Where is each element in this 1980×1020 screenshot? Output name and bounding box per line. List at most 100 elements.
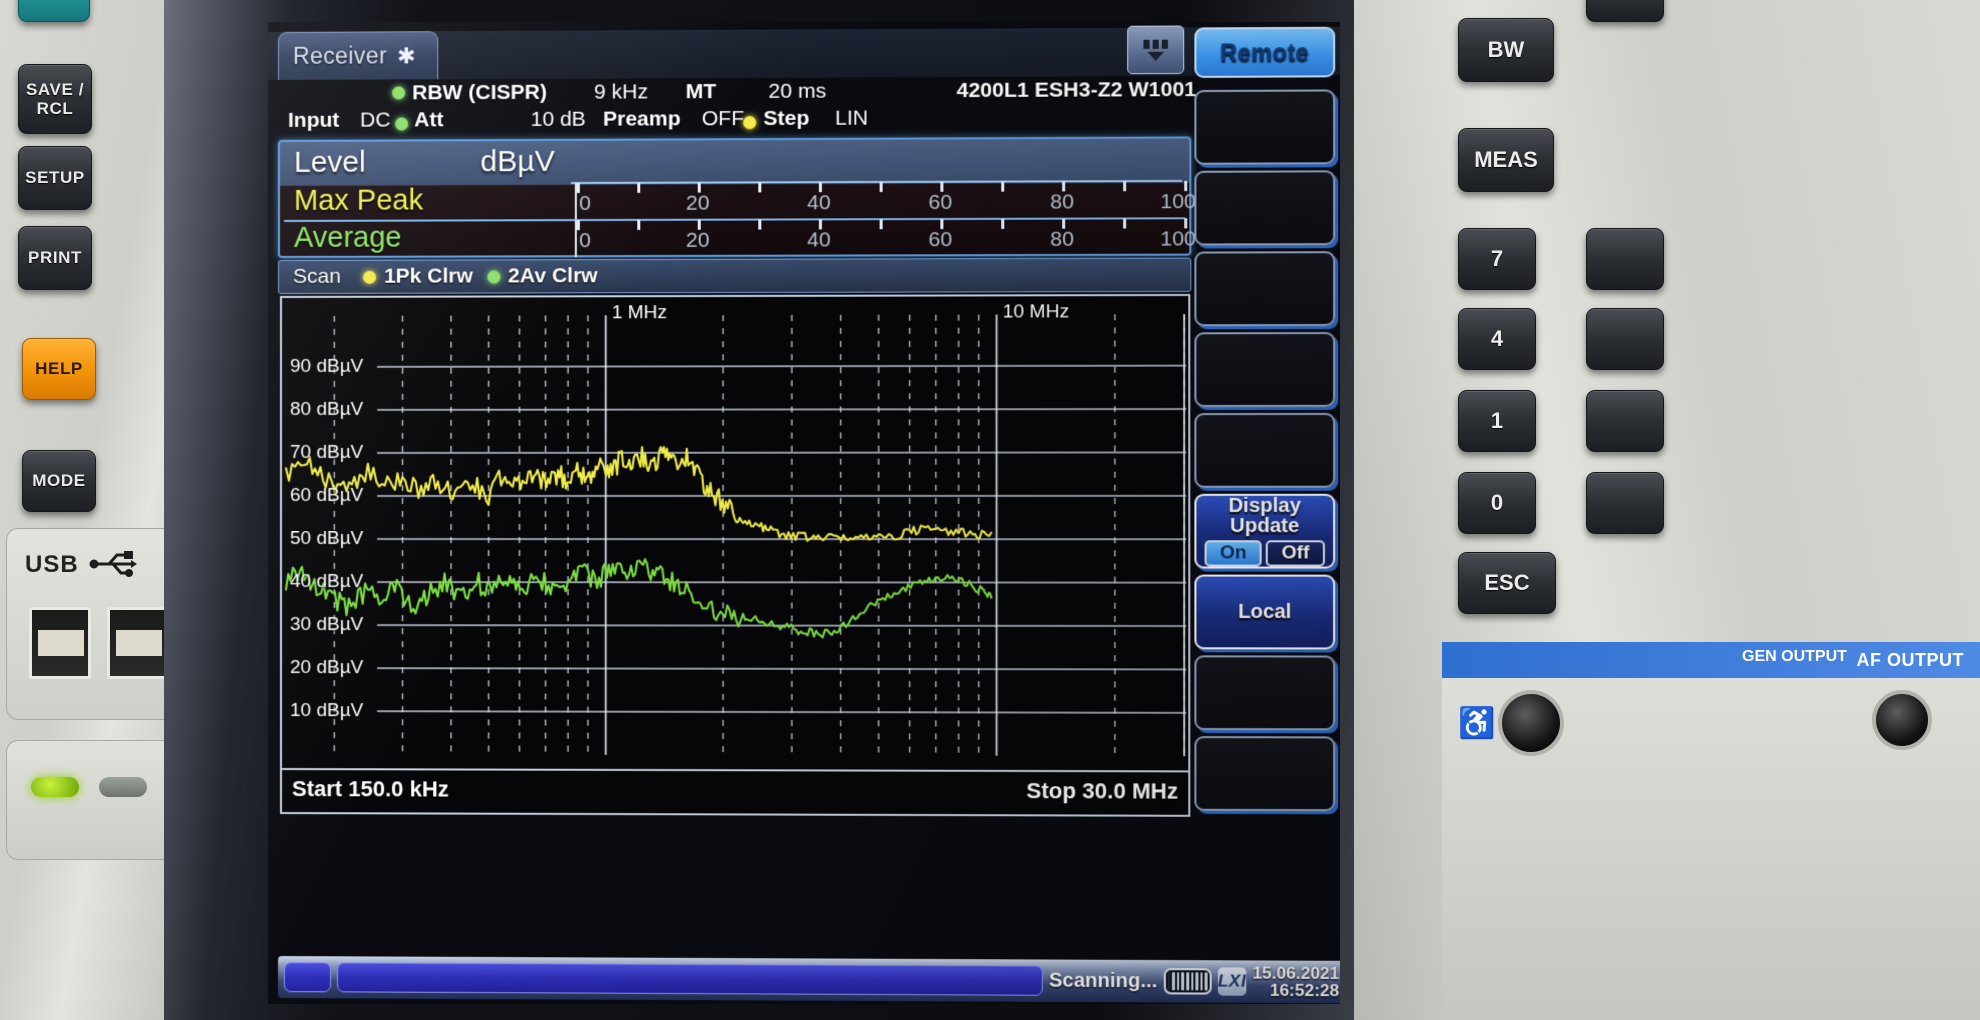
hw-key-4[interactable]: 4 <box>1458 308 1536 370</box>
menu-dropdown-icon[interactable] <box>1127 25 1185 75</box>
softkey-5[interactable] <box>1194 412 1336 488</box>
bargraph-scale-average: 0 20 40 60 80 100 <box>574 218 1196 258</box>
hw-key-setup[interactable]: SETUP <box>18 146 92 210</box>
att-status-dot <box>395 117 409 131</box>
scan-trace-bar: Scan 1Pk Clrw 2Av Clrw <box>277 257 1192 294</box>
step-value[interactable]: LIN <box>835 107 868 131</box>
bargraph-tick <box>637 182 641 193</box>
level-unit[interactable]: dBµV <box>480 145 554 179</box>
softkey-header-remote[interactable]: Remote <box>1194 26 1336 78</box>
hw-key-teal[interactable] <box>18 0 90 22</box>
usb-label: USB <box>25 551 79 578</box>
scan-label: Scan <box>292 264 341 288</box>
bargraph-row-average[interactable]: Average 0 20 40 60 80 100 <box>284 218 1196 258</box>
display-update-on[interactable]: On <box>1204 540 1263 567</box>
att-label: Att <box>414 108 444 132</box>
bargraph-row-max-peak[interactable]: Max Peak 0 20 40 60 80 100 <box>284 180 1196 221</box>
spectrum-graph[interactable]: 10 dBµV 20 dBµV 30 dBµV 40 dBµV 50 dBµV 60 dB… <box>279 293 1191 773</box>
hw-key-1[interactable]: 1 <box>1458 390 1536 452</box>
hw-key-esc[interactable]: ESC <box>1458 552 1556 614</box>
softkey-3[interactable] <box>1194 251 1336 327</box>
softkey-8[interactable] <box>1194 655 1336 731</box>
hw-key-print[interactable]: PRINT <box>18 226 92 290</box>
graph-start-frequency[interactable]: Start 150.0 kHz <box>292 776 449 802</box>
y-axis-tick-label: 40 dBµV <box>289 571 364 593</box>
graph-footer: Start 150.0 kHz Stop 30.0 MHz <box>279 770 1191 817</box>
bargraph-tick-label: 60 <box>928 228 953 252</box>
hw-key-extra-top[interactable] <box>1586 0 1664 22</box>
af-output-banner: AF OUTPUT <box>1442 642 1980 678</box>
hw-key-0[interactable]: 0 <box>1458 472 1536 534</box>
step-indicator <box>743 111 757 135</box>
af-output-jack[interactable] <box>1498 690 1564 756</box>
status-chip-1[interactable] <box>283 962 331 993</box>
hw-key-7[interactable]: 7 <box>1458 228 1536 290</box>
hw-key-extra-right[interactable] <box>1586 228 1664 290</box>
bargraph-tick-label: 0 <box>579 191 591 216</box>
y-axis-tick-label: 70 dBµV <box>289 441 364 463</box>
hw-key-extra-right-4[interactable] <box>1586 472 1664 534</box>
softkey-local[interactable]: Local <box>1194 574 1336 650</box>
settings-row-2: Input DC Att 10 dB Preamp OFF Step LIN <box>280 103 1188 135</box>
hw-key-mode[interactable]: MODE <box>22 450 96 512</box>
hw-key-bw[interactable]: BW <box>1458 18 1554 82</box>
trace-2-label[interactable]: 2Av Clrw <box>508 264 598 288</box>
att-value[interactable]: 10 dB <box>531 108 586 132</box>
tab-receiver[interactable]: Receiver ✱ <box>277 31 439 80</box>
input-label: Input <box>287 108 340 132</box>
display-update-off[interactable]: Off <box>1266 540 1325 567</box>
power-led-on <box>31 777 79 797</box>
trace-2-dot-icon <box>487 269 501 283</box>
bargraph-scale-max-peak: 0 20 40 60 80 100 <box>574 180 1196 221</box>
graph-stop-frequency[interactable]: Stop 30.0 MHz <box>1026 778 1178 805</box>
bargraph-tick-label: 20 <box>685 228 710 252</box>
softkey-local-label: Local <box>1238 600 1292 623</box>
rbw-label: RBW (CISPR) <box>412 80 547 105</box>
input-value[interactable]: DC <box>360 108 390 132</box>
softkey-2[interactable] <box>1194 170 1336 246</box>
hw-key-meas[interactable]: MEAS <box>1458 128 1554 192</box>
gen-output-jack[interactable] <box>1872 690 1932 750</box>
softkey-1[interactable] <box>1194 89 1336 165</box>
y-axis-tick-label: 20 dBµV <box>289 657 364 679</box>
trace-1-label[interactable]: 1Pk Clrw <box>384 264 473 288</box>
softkey-4[interactable] <box>1194 332 1336 408</box>
usb-port-1[interactable] <box>29 607 91 679</box>
bargraph-label-average: Average <box>293 221 402 254</box>
scan-progress-meter <box>1163 968 1212 995</box>
mt-label: MT <box>685 80 717 104</box>
softkey-display-update[interactable]: Display Update On Off <box>1194 493 1336 569</box>
preamp-label: Preamp <box>603 107 681 131</box>
status-chip-2[interactable] <box>336 962 1043 996</box>
bargraph-tick <box>758 182 762 193</box>
hw-key-extra-right-2[interactable] <box>1586 308 1664 370</box>
gen-output-label: GEN OUTPUT <box>1742 648 1847 665</box>
meter-segment <box>1204 972 1208 991</box>
softkey-9[interactable] <box>1194 736 1336 812</box>
meter-segment <box>1195 972 1199 991</box>
lxi-badge: LXI <box>1217 967 1247 996</box>
bargraph-tick-label: 100 <box>1160 227 1196 251</box>
clock-date: 15.06.2021 <box>1252 963 1340 983</box>
hw-key-save-rcl[interactable]: SAVE / RCL <box>18 64 92 134</box>
usb-port-2[interactable] <box>107 607 169 679</box>
af-output-label: AF OUTPUT <box>1856 649 1964 670</box>
usb-icon <box>89 551 137 577</box>
status-bar: Scanning... LXI 15.06.2021 16:52:28 <box>277 956 1340 1004</box>
settings-header: RBW (CISPR) 9 kHz MT 20 ms 4200L1 ESH3-Z… <box>280 76 1196 136</box>
bargraph-tick <box>1001 218 1005 229</box>
bargraph-tick-label: 60 <box>928 190 953 215</box>
bargraph-tick <box>1123 218 1127 229</box>
menu-dots <box>1143 39 1168 49</box>
hw-key-extra-right-3[interactable] <box>1586 390 1664 452</box>
instrument-display: Receiver ✱ RBW (CISPR) 9 kHz MT 20 ms 42… <box>268 22 1340 1004</box>
mt-value[interactable]: 20 ms <box>768 80 826 104</box>
meter-segment <box>1200 972 1203 991</box>
step-status-dot <box>743 116 757 130</box>
y-axis-tick-label: 30 dBµV <box>289 614 364 636</box>
hw-key-help[interactable]: HELP <box>22 338 96 400</box>
bargraph-tick-label: 0 <box>579 229 591 253</box>
rbw-value[interactable]: 9 kHz <box>594 80 648 104</box>
display-update-toggle[interactable]: On Off <box>1204 540 1325 567</box>
preamp-value[interactable]: OFF <box>702 107 744 131</box>
